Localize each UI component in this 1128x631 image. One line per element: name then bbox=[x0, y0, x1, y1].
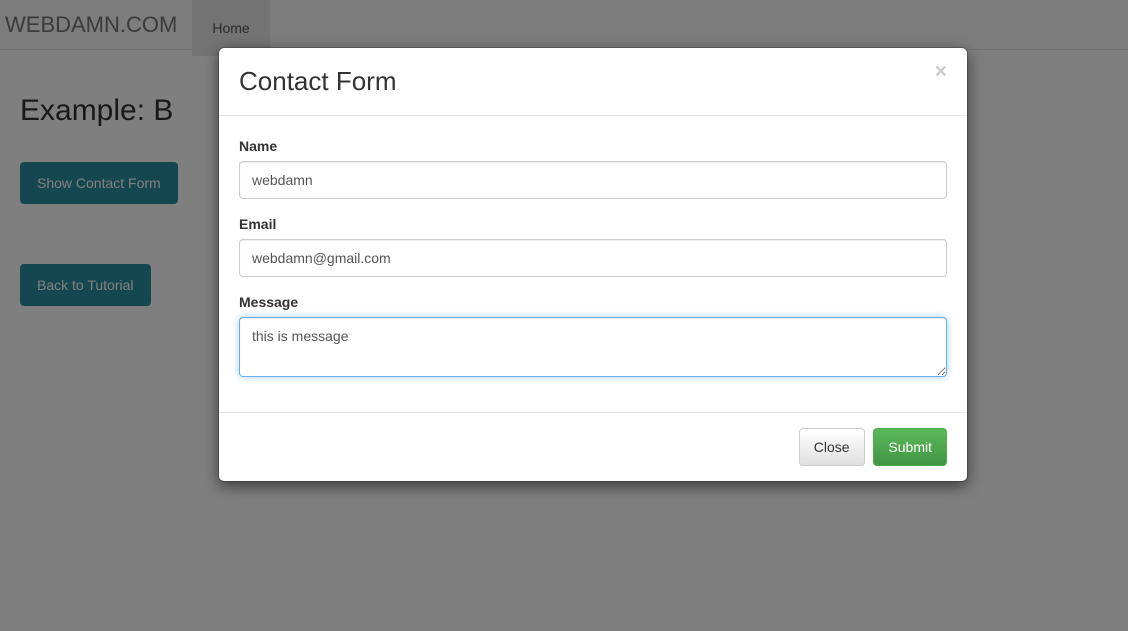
close-button[interactable]: Close bbox=[799, 428, 865, 466]
modal-title: Contact Form bbox=[239, 63, 947, 100]
modal-content: × Contact Form Name Email Message this i… bbox=[218, 47, 968, 482]
close-icon[interactable]: × bbox=[935, 61, 947, 82]
modal-header: × Contact Form bbox=[219, 48, 967, 116]
modal-dialog: × Contact Form Name Email Message this i… bbox=[218, 47, 968, 482]
email-label: Email bbox=[239, 214, 276, 234]
name-label: Name bbox=[239, 136, 277, 156]
message-label: Message bbox=[239, 292, 298, 312]
email-input[interactable] bbox=[239, 239, 947, 277]
modal: × Contact Form Name Email Message this i… bbox=[0, 0, 1128, 631]
modal-footer: Close Submit bbox=[219, 412, 967, 481]
form-group-message: Message this is message bbox=[239, 292, 947, 377]
form-group-name: Name bbox=[239, 136, 947, 199]
form-group-email: Email bbox=[239, 214, 947, 277]
submit-button[interactable]: Submit bbox=[873, 428, 947, 466]
name-input[interactable] bbox=[239, 161, 947, 199]
message-textarea[interactable]: this is message bbox=[239, 317, 947, 377]
modal-body: Name Email Message this is message bbox=[219, 116, 967, 412]
